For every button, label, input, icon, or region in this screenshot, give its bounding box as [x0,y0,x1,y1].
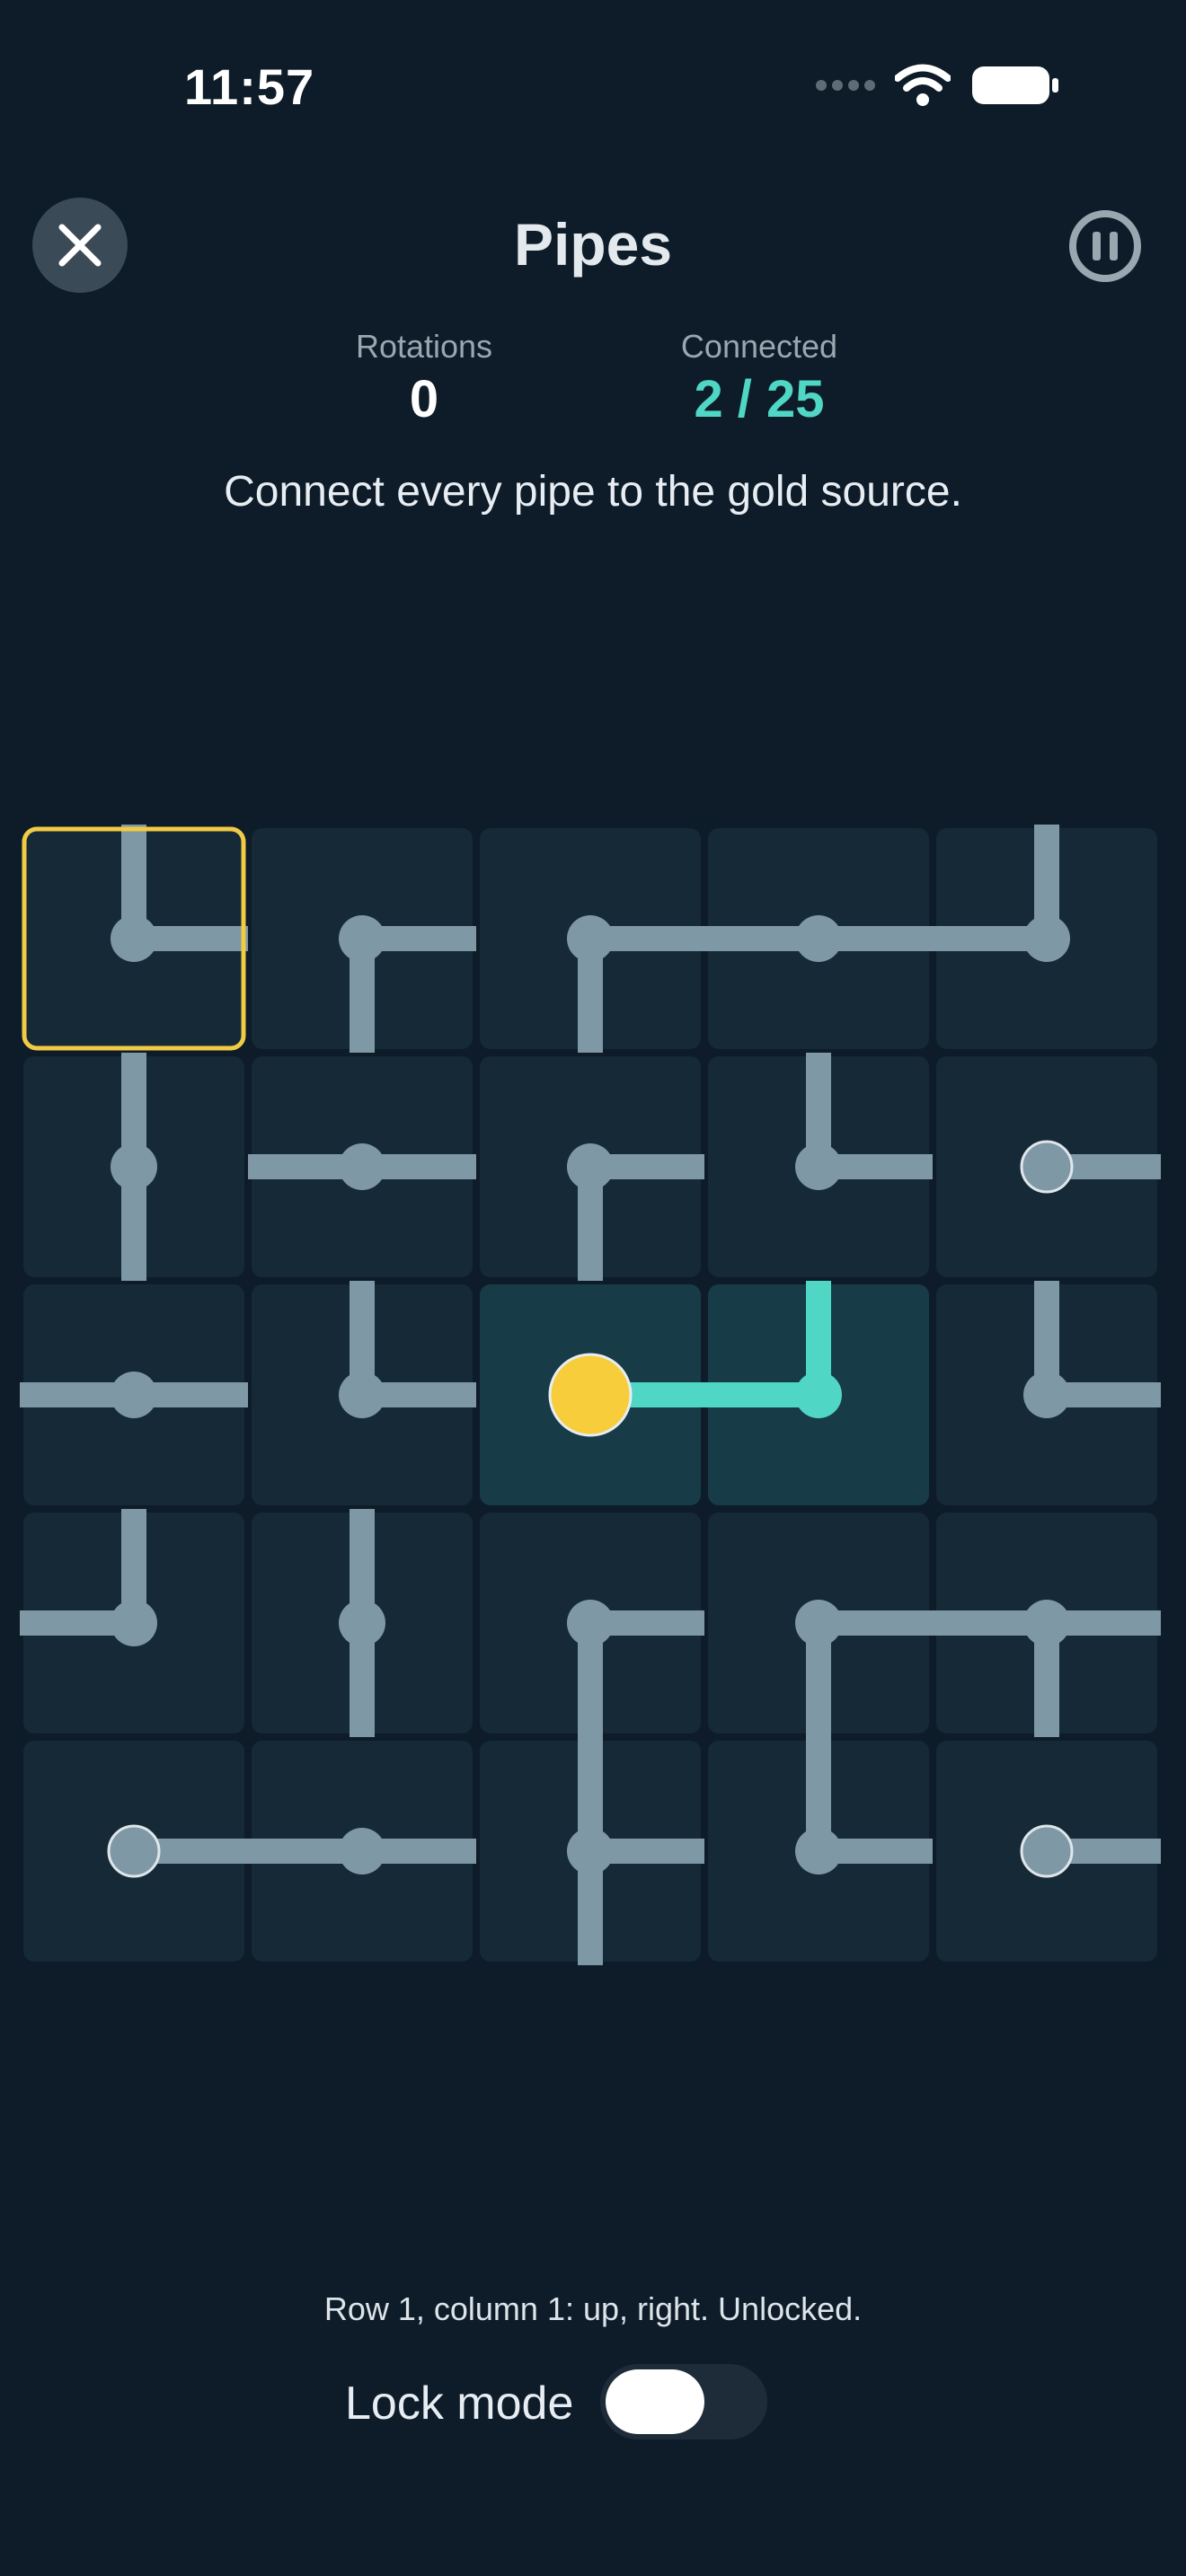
pipe-joint [111,1372,157,1418]
instruction-text: Connect every pipe to the gold source. [224,468,962,516]
status-time: 11:57 [184,58,315,115]
pipe-joint [795,1828,842,1875]
pipe-joint [1023,1372,1070,1418]
pipe-joint [339,1828,385,1875]
pipe-joint [567,1828,614,1875]
pipe-joint [339,915,385,962]
pipe-joint [795,1600,842,1646]
pipe-end-node [1020,1824,1074,1878]
battery-icon [972,66,1058,104]
pipe-joint [795,1372,842,1418]
pipe-joint [795,915,842,962]
pipe-end-node [107,1824,161,1878]
rotations-value: 0 [409,370,439,428]
pipe-joint [1023,1600,1070,1646]
lock-mode-toggle[interactable] [600,2364,767,2439]
pipe-end-node [1020,1140,1074,1194]
pipe-board [20,825,1166,1971]
pause-icon-bar [1110,232,1118,260]
lock-mode-row: Lock mode [0,2364,1186,2439]
status-icons [814,63,1060,108]
lock-mode-label: Lock mode [345,2378,574,2430]
rotations-stat: Rotations 0 [289,328,559,429]
pause-button[interactable] [1069,210,1141,282]
connected-value: 2 / 25 [694,370,825,428]
pipe-joint [567,1600,614,1646]
pipe-joint [339,1600,385,1646]
pipe-joint [339,1372,385,1418]
pause-icon [1093,232,1101,260]
page-title: Pipes [513,211,673,278]
pipe-joint [111,1600,157,1646]
selection-status: Row 1, column 1: up, right. Unlocked. [323,2290,863,2327]
connected-label: Connected [680,328,838,365]
stats: Rotations 0 Connected 2 / 25 [0,328,1186,445]
connected-stat: Connected 2 / 25 [624,328,894,429]
pipe-joint [111,915,157,962]
pipe-joint [567,915,614,962]
pipe-joint [1023,915,1070,962]
pipe-joint [339,1143,385,1190]
status-bar: 11:57 [0,0,1186,162]
pipe-board-canvas [20,825,1161,1965]
lock-mode-knob [606,2369,704,2434]
gold-source-node [548,1353,633,1437]
pipe-joint [111,1143,157,1190]
wifi-icon [895,64,951,106]
header: Pipes [0,198,1186,296]
rotations-label: Rotations [355,328,493,365]
cellular-signal-icon [816,80,875,91]
pipe-joint [795,1143,842,1190]
pipe-joint [567,1143,614,1190]
